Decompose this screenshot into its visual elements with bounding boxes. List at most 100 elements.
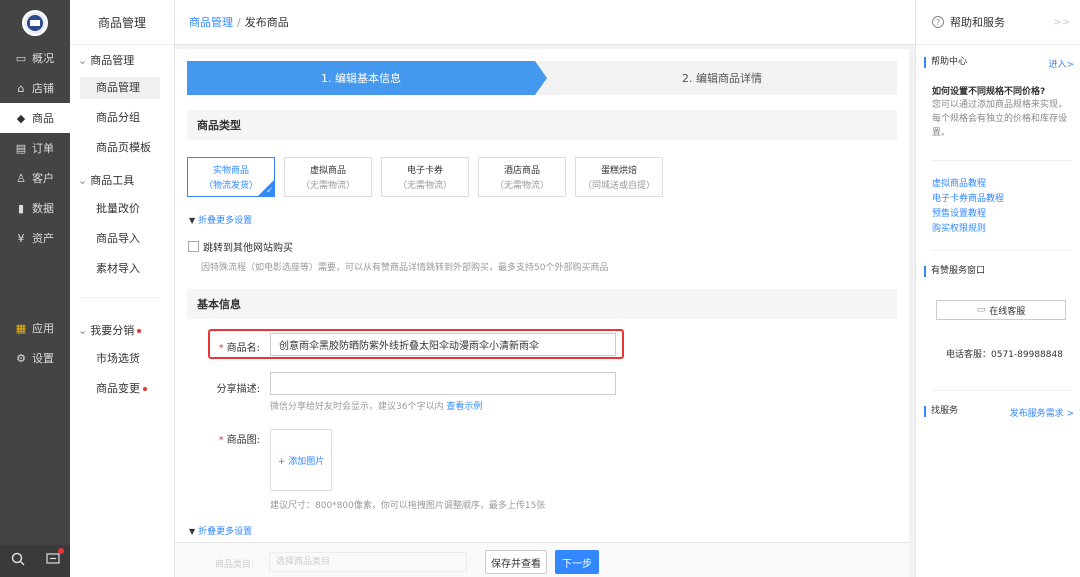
product-type-options: 实物商品 （物流发货） ✓ 虚拟商品 （无需物流） 电子卡券 （无需物流） 酒店…: [187, 157, 672, 197]
sidebar-item-market-select[interactable]: 市场选货: [80, 348, 160, 370]
online-service-button[interactable]: ▭ 在线客服: [936, 300, 1066, 320]
sidebar-item-goods-import[interactable]: 商品导入: [80, 228, 160, 250]
help-center-title: 帮助中心: [924, 57, 967, 68]
help-link-permission[interactable]: 购买权限规则: [932, 222, 986, 237]
add-image-button[interactable]: + 添加图片: [270, 429, 332, 491]
faq-answer: 您可以通过添加商品规格来实现，每个规格会有独立的价格和库存设置。: [932, 100, 1068, 138]
goods-image-label: * 商品图:: [218, 435, 260, 446]
help-center-enter-link[interactable]: 进入>: [1048, 57, 1074, 70]
service-window-title: 有赞服务窗口: [924, 266, 985, 277]
help-panel: ? 帮助和服务 >> 帮助中心 进入> 如何设置不同规格不同价格? 您可以通过添…: [915, 0, 1080, 577]
sidebar-divider: [80, 297, 160, 298]
help-divider: [932, 250, 1072, 251]
sidebar-group-distribution[interactable]: ⌄ 我要分销: [78, 322, 142, 338]
share-desc-hint: 微信分享给好友时会显示，建议36个字以内 查看示例: [270, 402, 483, 412]
help-link-presale[interactable]: 预售设置教程: [932, 207, 986, 222]
check-icon: ✓: [266, 186, 273, 195]
fold-more-settings-link-2[interactable]: ▼ 折叠更多设置: [189, 524, 252, 537]
faq-question[interactable]: 如何设置不同规格不同价格?: [932, 84, 1045, 97]
triangle-down-icon: ▼: [189, 527, 196, 536]
chat-icon: ▭: [976, 305, 986, 315]
chevron-down-icon: ⌄: [78, 324, 88, 337]
nav-item-orders[interactable]: ▤ 订单: [0, 133, 70, 163]
category-label-faded: 商品类目:: [215, 560, 255, 570]
sidebar-item-material-import[interactable]: 素材导入: [80, 258, 160, 280]
collapse-panel-icon[interactable]: >>: [1053, 17, 1070, 28]
monitor-icon: ▭: [15, 51, 27, 65]
customer-icon: ♙: [16, 171, 26, 185]
data-icon: ▮: [17, 201, 25, 215]
brand-logo[interactable]: [22, 9, 48, 36]
save-and-view-button[interactable]: 保存并查看: [485, 550, 547, 574]
type-card-ecard[interactable]: 电子卡券 （无需物流）: [381, 157, 469, 197]
fold-more-settings-link[interactable]: ▼ 折叠更多设置: [189, 213, 252, 226]
nav-item-customers[interactable]: ♙ 客户: [0, 163, 70, 193]
section-product-type: 商品类型: [187, 110, 897, 140]
type-card-bakery[interactable]: 蛋糕烘焙 （同城送或自提）: [575, 157, 663, 197]
nav-item-goods[interactable]: ◆ 商品: [0, 103, 70, 133]
help-header: ? 帮助和服务 >>: [916, 0, 1080, 45]
new-badge-dot: [143, 387, 147, 391]
image-hint: 建议尺寸：800*800像素，你可以拖拽图片调整顺序，最多上传15张: [270, 501, 546, 511]
sidebar-item-goods-change[interactable]: 商品变更: [80, 378, 160, 400]
breadcrumb-root-link[interactable]: 商品管理: [189, 14, 233, 30]
nav-item-assets[interactable]: ¥ 资产: [0, 223, 70, 253]
publish-form: 1. 编辑基本信息 2. 编辑商品详情 商品类型 实物商品 （物流发货） ✓ 虚…: [175, 49, 909, 577]
redirect-checkbox[interactable]: [188, 241, 199, 252]
help-link-virtual[interactable]: 虚拟商品教程: [932, 177, 986, 192]
sidebar-group-goods-management[interactable]: ⌄ 商品管理: [78, 52, 134, 68]
nav-item-store[interactable]: ⌂ 店铺: [0, 73, 70, 103]
sidebar-item-page-templates[interactable]: 商品页模板: [80, 137, 160, 159]
section-basic-info: 基本信息: [187, 289, 897, 319]
help-link-ecard[interactable]: 电子卡券商品教程: [932, 192, 1004, 207]
search-icon[interactable]: [11, 552, 25, 570]
step-progress: 1. 编辑基本信息 2. 编辑商品详情: [187, 61, 897, 95]
redirect-checkbox-row[interactable]: 跳转到其他网站购买: [188, 239, 293, 254]
sidebar-item-goods-management[interactable]: 商品管理: [80, 77, 160, 99]
sidebar-title: 商品管理: [70, 0, 174, 45]
order-icon: ▤: [15, 141, 27, 155]
primary-nav: ▭ 概况 ⌂ 店铺 ◆ 商品 ▤ 订单 ♙ 客户 ▮ 数据 ¥ 资产 ▦ 应用 ⚙ 设置: [0, 0, 70, 577]
publish-demand-link[interactable]: 发布服务需求 >: [1010, 406, 1074, 419]
view-example-link[interactable]: 查看示例: [446, 402, 482, 412]
settings-icon: ⚙: [16, 351, 26, 365]
breadcrumb-separator: /: [237, 15, 241, 29]
asset-icon: ¥: [17, 231, 25, 245]
share-desc-input[interactable]: [270, 372, 616, 395]
phone-service: 电话客服：0571-89988848: [946, 350, 1063, 360]
redirect-hint: 因特殊流程（如电影选座等）需要，可以从有赞商品详情跳转到外部购买，最多支持50个…: [201, 263, 609, 273]
step-arrow: [535, 61, 547, 95]
message-icon[interactable]: [45, 548, 64, 570]
sidebar-item-goods-groups[interactable]: 商品分组: [80, 107, 160, 129]
share-desc-label: 分享描述:: [216, 384, 260, 395]
find-service-title: 找服务: [924, 406, 958, 417]
apps-icon: ▦: [15, 321, 27, 335]
type-card-physical[interactable]: 实物商品 （物流发货） ✓: [187, 157, 275, 197]
step-2[interactable]: 2. 编辑商品详情: [547, 61, 897, 95]
goods-name-input[interactable]: 创意雨伞黑胶防晒防紫外线折叠太阳伞动漫雨伞小清新雨伞: [270, 333, 616, 356]
main-area: 1. 编辑基本信息 2. 编辑商品详情 商品类型 实物商品 （物流发货） ✓ 虚…: [175, 45, 915, 577]
chevron-down-icon: ⌄: [78, 174, 88, 187]
form-action-bar: 商品类目: 选择商品类目 保存并查看 下一步: [175, 542, 909, 577]
step-1-active[interactable]: 1. 编辑基本信息: [187, 61, 547, 95]
nav-item-data[interactable]: ▮ 数据: [0, 193, 70, 223]
category-select-faded: 选择商品类目: [269, 552, 467, 572]
sidebar-item-batch-price[interactable]: 批量改价: [80, 198, 160, 220]
nav-item-apps[interactable]: ▦ 应用: [0, 313, 70, 343]
breadcrumb-current: 发布商品: [244, 16, 289, 29]
breadcrumb: 商品管理 / 发布商品: [175, 0, 915, 45]
help-divider: [932, 390, 1072, 391]
nav-item-settings[interactable]: ⚙ 设置: [0, 343, 70, 373]
secondary-sidebar: 商品管理 ⌄ 商品管理 商品管理 商品分组 商品页模板 ⌄ 商品工具 批量改价 商品…: [70, 0, 175, 577]
new-badge-dot: [137, 329, 142, 333]
nav-item-overview[interactable]: ▭ 概况: [0, 43, 70, 73]
type-card-hotel[interactable]: 酒店商品 （无需物流）: [478, 157, 566, 197]
triangle-down-icon: ▼: [189, 216, 196, 225]
help-divider: [932, 160, 1072, 161]
store-icon: ⌂: [17, 81, 25, 95]
type-card-virtual[interactable]: 虚拟商品 （无需物流）: [284, 157, 372, 197]
next-step-button[interactable]: 下一步: [555, 550, 599, 574]
sidebar-group-goods-tools[interactable]: ⌄ 商品工具: [78, 172, 134, 188]
question-icon: ?: [932, 16, 944, 28]
chevron-down-icon: ⌄: [78, 54, 88, 67]
